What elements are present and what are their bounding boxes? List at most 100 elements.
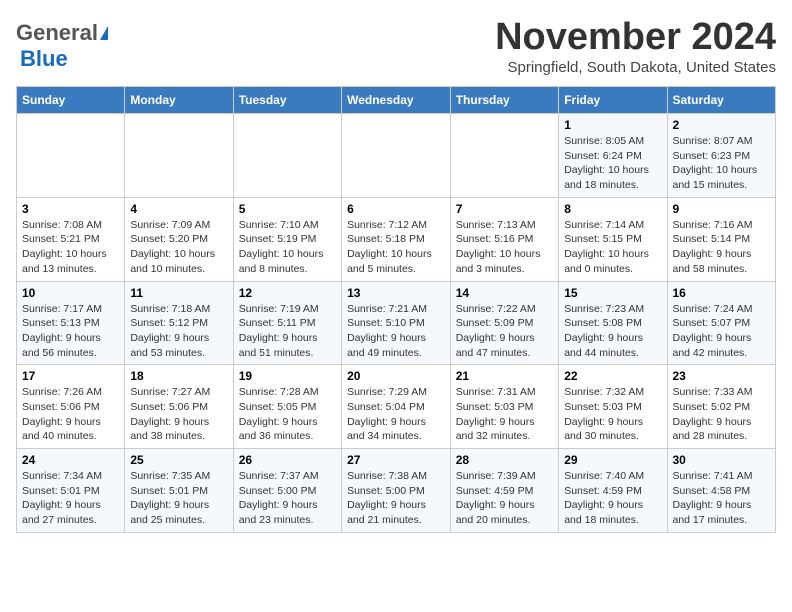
day-cell [342,114,451,198]
day-number: 3 [22,202,119,216]
day-cell: 5 Sunrise: 7:10 AM Sunset: 5:19 PM Daylig… [233,197,341,281]
day-info: Sunrise: 7:17 AM Sunset: 5:13 PM Dayligh… [22,302,119,361]
day-number: 18 [130,369,227,383]
logo-text: General [16,20,108,46]
day-cell: 12Sunrise: 7:19 AM Sunset: 5:11 PM Dayli… [233,281,341,365]
day-number: 15 [564,286,661,300]
day-number: 10 [22,286,119,300]
day-number: 26 [239,453,336,467]
day-number: 29 [564,453,661,467]
calendar-header-row: SundayMondayTuesdayWednesdayThursdayFrid… [17,87,776,114]
day-info: Sunrise: 7:19 AM Sunset: 5:11 PM Dayligh… [239,302,336,361]
day-number: 27 [347,453,445,467]
day-number: 25 [130,453,227,467]
day-number: 22 [564,369,661,383]
day-number: 19 [239,369,336,383]
logo: General Blue [16,20,108,72]
day-number: 7 [456,202,553,216]
day-info: Sunrise: 7:27 AM Sunset: 5:06 PM Dayligh… [130,385,227,444]
day-cell: 27Sunrise: 7:38 AM Sunset: 5:00 PM Dayli… [342,449,451,533]
logo-triangle-icon [100,26,108,40]
day-cell: 15 Sunrise: 7:23 AM Sunset: 5:08 PM Dayli… [559,281,667,365]
column-header-tuesday: Tuesday [233,87,341,114]
day-info: Sunrise: 7:35 AM Sunset: 5:01 PM Dayligh… [130,469,227,528]
week-row-2: 3 Sunrise: 7:08 AM Sunset: 5:21 PM Daylig… [17,197,776,281]
week-row-5: 24Sunrise: 7:34 AM Sunset: 5:01 PM Dayli… [17,449,776,533]
day-info: Sunrise: 7:29 AM Sunset: 5:04 PM Dayligh… [347,385,445,444]
calendar: SundayMondayTuesdayWednesdayThursdayFrid… [16,86,776,533]
day-cell: 23Sunrise: 7:33 AM Sunset: 5:02 PM Dayli… [667,365,776,449]
day-number: 4 [130,202,227,216]
day-cell: 2Sunrise: 8:07 AM Sunset: 6:23 PM Daylig… [667,114,776,198]
day-cell [233,114,341,198]
day-cell: 16Sunrise: 7:24 AM Sunset: 5:07 PM Dayli… [667,281,776,365]
day-cell: 19 Sunrise: 7:28 AM Sunset: 5:05 PM Dayli… [233,365,341,449]
week-row-1: 1Sunrise: 8:05 AM Sunset: 6:24 PM Daylig… [17,114,776,198]
day-number: 11 [130,286,227,300]
day-cell: 20 Sunrise: 7:29 AM Sunset: 5:04 PM Dayli… [342,365,451,449]
column-header-friday: Friday [559,87,667,114]
day-cell [125,114,233,198]
day-number: 14 [456,286,553,300]
day-info: Sunrise: 7:41 AM Sunset: 4:58 PM Dayligh… [673,469,771,528]
header: General Blue November 2024 Springfield, … [16,16,776,76]
column-header-saturday: Saturday [667,87,776,114]
week-row-3: 10 Sunrise: 7:17 AM Sunset: 5:13 PM Dayli… [17,281,776,365]
day-cell: 1Sunrise: 8:05 AM Sunset: 6:24 PM Daylig… [559,114,667,198]
day-info: Sunrise: 7:22 AM Sunset: 5:09 PM Dayligh… [456,302,553,361]
day-info: Sunrise: 7:24 AM Sunset: 5:07 PM Dayligh… [673,302,771,361]
day-info: Sunrise: 7:28 AM Sunset: 5:05 PM Dayligh… [239,385,336,444]
day-number: 20 [347,369,445,383]
day-info: Sunrise: 7:14 AM Sunset: 5:15 PM Dayligh… [564,218,661,277]
day-info: Sunrise: 7:26 AM Sunset: 5:06 PM Dayligh… [22,385,119,444]
day-number: 17 [22,369,119,383]
day-cell: 22 Sunrise: 7:32 AM Sunset: 5:03 PM Dayli… [559,365,667,449]
day-cell: 24Sunrise: 7:34 AM Sunset: 5:01 PM Dayli… [17,449,125,533]
day-number: 28 [456,453,553,467]
day-info: Sunrise: 7:33 AM Sunset: 5:02 PM Dayligh… [673,385,771,444]
month-title: November 2024 [495,16,776,59]
day-cell: 21Sunrise: 7:31 AM Sunset: 5:03 PM Dayli… [450,365,558,449]
day-info: Sunrise: 7:12 AM Sunset: 5:18 PM Dayligh… [347,218,445,277]
column-header-sunday: Sunday [17,87,125,114]
day-info: Sunrise: 7:39 AM Sunset: 4:59 PM Dayligh… [456,469,553,528]
day-cell: 26Sunrise: 7:37 AM Sunset: 5:00 PM Dayli… [233,449,341,533]
day-info: Sunrise: 7:09 AM Sunset: 5:20 PM Dayligh… [130,218,227,277]
day-info: Sunrise: 7:18 AM Sunset: 5:12 PM Dayligh… [130,302,227,361]
day-number: 9 [673,202,771,216]
day-cell: 30 Sunrise: 7:41 AM Sunset: 4:58 PM Dayli… [667,449,776,533]
day-cell: 6 Sunrise: 7:12 AM Sunset: 5:18 PM Daylig… [342,197,451,281]
day-number: 8 [564,202,661,216]
logo-blue: Blue [20,46,68,71]
day-number: 24 [22,453,119,467]
day-info: Sunrise: 7:21 AM Sunset: 5:10 PM Dayligh… [347,302,445,361]
day-cell: 11 Sunrise: 7:18 AM Sunset: 5:12 PM Dayli… [125,281,233,365]
day-info: Sunrise: 7:23 AM Sunset: 5:08 PM Dayligh… [564,302,661,361]
day-cell: 18 Sunrise: 7:27 AM Sunset: 5:06 PM Dayli… [125,365,233,449]
day-cell: 7 Sunrise: 7:13 AM Sunset: 5:16 PM Daylig… [450,197,558,281]
day-number: 1 [564,118,661,132]
day-number: 13 [347,286,445,300]
day-number: 5 [239,202,336,216]
subtitle: Springfield, South Dakota, United States [495,59,776,76]
day-cell: 13 Sunrise: 7:21 AM Sunset: 5:10 PM Dayli… [342,281,451,365]
day-cell: 8 Sunrise: 7:14 AM Sunset: 5:15 PM Daylig… [559,197,667,281]
day-number: 30 [673,453,771,467]
calendar-body: 1Sunrise: 8:05 AM Sunset: 6:24 PM Daylig… [17,114,776,533]
title-area: November 2024 Springfield, South Dakota,… [495,16,776,76]
day-info: Sunrise: 7:08 AM Sunset: 5:21 PM Dayligh… [22,218,119,277]
day-cell: 10 Sunrise: 7:17 AM Sunset: 5:13 PM Dayli… [17,281,125,365]
day-cell [450,114,558,198]
day-cell: 14 Sunrise: 7:22 AM Sunset: 5:09 PM Dayli… [450,281,558,365]
day-info: Sunrise: 7:13 AM Sunset: 5:16 PM Dayligh… [456,218,553,277]
day-number: 6 [347,202,445,216]
day-info: Sunrise: 7:10 AM Sunset: 5:19 PM Dayligh… [239,218,336,277]
logo-general: General [16,20,98,46]
day-info: Sunrise: 7:40 AM Sunset: 4:59 PM Dayligh… [564,469,661,528]
day-cell: 28 Sunrise: 7:39 AM Sunset: 4:59 PM Dayli… [450,449,558,533]
day-info: Sunrise: 7:32 AM Sunset: 5:03 PM Dayligh… [564,385,661,444]
day-info: Sunrise: 7:16 AM Sunset: 5:14 PM Dayligh… [673,218,771,277]
day-number: 2 [673,118,771,132]
day-cell: 9 Sunrise: 7:16 AM Sunset: 5:14 PM Daylig… [667,197,776,281]
day-cell: 4 Sunrise: 7:09 AM Sunset: 5:20 PM Daylig… [125,197,233,281]
